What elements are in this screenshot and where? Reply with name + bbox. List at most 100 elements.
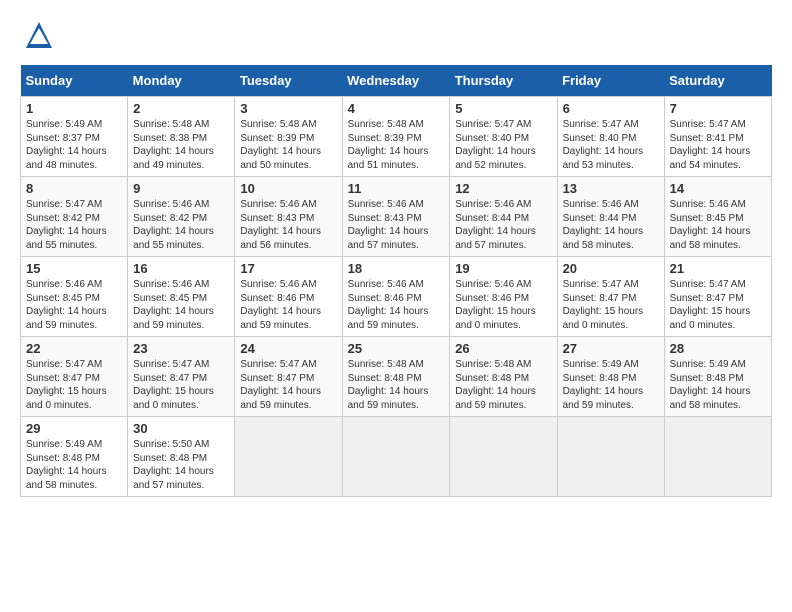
calendar-cell: 25 Sunrise: 5:48 AMSunset: 8:48 PMDaylig… bbox=[342, 337, 450, 417]
header-saturday: Saturday bbox=[664, 65, 771, 97]
day-info: Sunrise: 5:47 AMSunset: 8:41 PMDaylight:… bbox=[670, 119, 751, 171]
day-number: 4 bbox=[348, 101, 445, 116]
day-info: Sunrise: 5:46 AMSunset: 8:43 PMDaylight:… bbox=[240, 199, 321, 251]
day-number: 13 bbox=[563, 181, 659, 196]
calendar-cell: 1 Sunrise: 5:49 AMSunset: 8:37 PMDayligh… bbox=[21, 97, 128, 177]
day-number: 1 bbox=[26, 101, 122, 116]
calendar-week-1: 1 Sunrise: 5:49 AMSunset: 8:37 PMDayligh… bbox=[21, 97, 772, 177]
calendar-table: SundayMondayTuesdayWednesdayThursdayFrid… bbox=[20, 65, 772, 497]
calendar-week-3: 15 Sunrise: 5:46 AMSunset: 8:45 PMDaylig… bbox=[21, 257, 772, 337]
logo-text bbox=[20, 20, 54, 55]
day-number: 18 bbox=[348, 261, 445, 276]
day-number: 11 bbox=[348, 181, 445, 196]
day-number: 19 bbox=[455, 261, 551, 276]
calendar-cell: 15 Sunrise: 5:46 AMSunset: 8:45 PMDaylig… bbox=[21, 257, 128, 337]
calendar-cell: 28 Sunrise: 5:49 AMSunset: 8:48 PMDaylig… bbox=[664, 337, 771, 417]
day-info: Sunrise: 5:47 AMSunset: 8:42 PMDaylight:… bbox=[26, 199, 107, 251]
logo bbox=[20, 20, 54, 55]
day-info: Sunrise: 5:48 AMSunset: 8:48 PMDaylight:… bbox=[455, 359, 536, 411]
day-number: 30 bbox=[133, 421, 229, 436]
calendar-cell: 2 Sunrise: 5:48 AMSunset: 8:38 PMDayligh… bbox=[128, 97, 235, 177]
calendar-cell: 16 Sunrise: 5:46 AMSunset: 8:45 PMDaylig… bbox=[128, 257, 235, 337]
calendar-cell: 20 Sunrise: 5:47 AMSunset: 8:47 PMDaylig… bbox=[557, 257, 664, 337]
calendar-week-2: 8 Sunrise: 5:47 AMSunset: 8:42 PMDayligh… bbox=[21, 177, 772, 257]
calendar-week-4: 22 Sunrise: 5:47 AMSunset: 8:47 PMDaylig… bbox=[21, 337, 772, 417]
day-info: Sunrise: 5:46 AMSunset: 8:43 PMDaylight:… bbox=[348, 199, 429, 251]
header-tuesday: Tuesday bbox=[235, 65, 342, 97]
day-info: Sunrise: 5:46 AMSunset: 8:46 PMDaylight:… bbox=[455, 279, 536, 331]
day-info: Sunrise: 5:48 AMSunset: 8:48 PMDaylight:… bbox=[348, 359, 429, 411]
day-info: Sunrise: 5:46 AMSunset: 8:46 PMDaylight:… bbox=[348, 279, 429, 331]
day-info: Sunrise: 5:49 AMSunset: 8:48 PMDaylight:… bbox=[670, 359, 751, 411]
calendar-cell bbox=[235, 417, 342, 497]
calendar-cell: 13 Sunrise: 5:46 AMSunset: 8:44 PMDaylig… bbox=[557, 177, 664, 257]
day-info: Sunrise: 5:46 AMSunset: 8:45 PMDaylight:… bbox=[26, 279, 107, 331]
day-number: 3 bbox=[240, 101, 336, 116]
calendar-cell: 3 Sunrise: 5:48 AMSunset: 8:39 PMDayligh… bbox=[235, 97, 342, 177]
calendar-cell bbox=[664, 417, 771, 497]
day-info: Sunrise: 5:46 AMSunset: 8:45 PMDaylight:… bbox=[670, 199, 751, 251]
calendar-cell: 11 Sunrise: 5:46 AMSunset: 8:43 PMDaylig… bbox=[342, 177, 450, 257]
day-info: Sunrise: 5:47 AMSunset: 8:47 PMDaylight:… bbox=[670, 279, 751, 331]
day-number: 22 bbox=[26, 341, 122, 356]
day-number: 16 bbox=[133, 261, 229, 276]
calendar-cell: 6 Sunrise: 5:47 AMSunset: 8:40 PMDayligh… bbox=[557, 97, 664, 177]
calendar-cell: 26 Sunrise: 5:48 AMSunset: 8:48 PMDaylig… bbox=[450, 337, 557, 417]
day-number: 23 bbox=[133, 341, 229, 356]
day-info: Sunrise: 5:47 AMSunset: 8:47 PMDaylight:… bbox=[133, 359, 214, 411]
day-number: 17 bbox=[240, 261, 336, 276]
calendar-cell: 22 Sunrise: 5:47 AMSunset: 8:47 PMDaylig… bbox=[21, 337, 128, 417]
day-info: Sunrise: 5:49 AMSunset: 8:37 PMDaylight:… bbox=[26, 119, 107, 171]
day-number: 29 bbox=[26, 421, 122, 436]
calendar-cell: 29 Sunrise: 5:49 AMSunset: 8:48 PMDaylig… bbox=[21, 417, 128, 497]
calendar-cell: 4 Sunrise: 5:48 AMSunset: 8:39 PMDayligh… bbox=[342, 97, 450, 177]
day-info: Sunrise: 5:46 AMSunset: 8:42 PMDaylight:… bbox=[133, 199, 214, 251]
day-number: 20 bbox=[563, 261, 659, 276]
day-info: Sunrise: 5:46 AMSunset: 8:44 PMDaylight:… bbox=[563, 199, 644, 251]
day-number: 9 bbox=[133, 181, 229, 196]
calendar-cell: 21 Sunrise: 5:47 AMSunset: 8:47 PMDaylig… bbox=[664, 257, 771, 337]
day-info: Sunrise: 5:47 AMSunset: 8:47 PMDaylight:… bbox=[26, 359, 107, 411]
header-monday: Monday bbox=[128, 65, 235, 97]
day-number: 10 bbox=[240, 181, 336, 196]
calendar-week-5: 29 Sunrise: 5:49 AMSunset: 8:48 PMDaylig… bbox=[21, 417, 772, 497]
day-info: Sunrise: 5:48 AMSunset: 8:39 PMDaylight:… bbox=[240, 119, 321, 171]
calendar-header-row: SundayMondayTuesdayWednesdayThursdayFrid… bbox=[21, 65, 772, 97]
day-number: 8 bbox=[26, 181, 122, 196]
page-header bbox=[20, 20, 772, 55]
calendar-cell: 14 Sunrise: 5:46 AMSunset: 8:45 PMDaylig… bbox=[664, 177, 771, 257]
calendar-cell: 5 Sunrise: 5:47 AMSunset: 8:40 PMDayligh… bbox=[450, 97, 557, 177]
calendar-cell: 12 Sunrise: 5:46 AMSunset: 8:44 PMDaylig… bbox=[450, 177, 557, 257]
calendar-cell: 8 Sunrise: 5:47 AMSunset: 8:42 PMDayligh… bbox=[21, 177, 128, 257]
day-info: Sunrise: 5:47 AMSunset: 8:47 PMDaylight:… bbox=[563, 279, 644, 331]
day-info: Sunrise: 5:49 AMSunset: 8:48 PMDaylight:… bbox=[563, 359, 644, 411]
day-number: 28 bbox=[670, 341, 766, 356]
day-number: 24 bbox=[240, 341, 336, 356]
calendar-cell: 30 Sunrise: 5:50 AMSunset: 8:48 PMDaylig… bbox=[128, 417, 235, 497]
day-info: Sunrise: 5:49 AMSunset: 8:48 PMDaylight:… bbox=[26, 439, 107, 491]
header-friday: Friday bbox=[557, 65, 664, 97]
day-number: 14 bbox=[670, 181, 766, 196]
calendar-cell: 9 Sunrise: 5:46 AMSunset: 8:42 PMDayligh… bbox=[128, 177, 235, 257]
calendar-cell: 17 Sunrise: 5:46 AMSunset: 8:46 PMDaylig… bbox=[235, 257, 342, 337]
day-number: 21 bbox=[670, 261, 766, 276]
header-thursday: Thursday bbox=[450, 65, 557, 97]
day-info: Sunrise: 5:48 AMSunset: 8:38 PMDaylight:… bbox=[133, 119, 214, 171]
day-number: 15 bbox=[26, 261, 122, 276]
day-info: Sunrise: 5:46 AMSunset: 8:45 PMDaylight:… bbox=[133, 279, 214, 331]
logo-icon bbox=[24, 20, 54, 50]
day-number: 27 bbox=[563, 341, 659, 356]
calendar-cell: 23 Sunrise: 5:47 AMSunset: 8:47 PMDaylig… bbox=[128, 337, 235, 417]
calendar-cell: 27 Sunrise: 5:49 AMSunset: 8:48 PMDaylig… bbox=[557, 337, 664, 417]
day-info: Sunrise: 5:46 AMSunset: 8:44 PMDaylight:… bbox=[455, 199, 536, 251]
calendar-cell bbox=[342, 417, 450, 497]
day-number: 2 bbox=[133, 101, 229, 116]
header-sunday: Sunday bbox=[21, 65, 128, 97]
day-number: 25 bbox=[348, 341, 445, 356]
day-info: Sunrise: 5:48 AMSunset: 8:39 PMDaylight:… bbox=[348, 119, 429, 171]
calendar-cell: 24 Sunrise: 5:47 AMSunset: 8:47 PMDaylig… bbox=[235, 337, 342, 417]
day-info: Sunrise: 5:46 AMSunset: 8:46 PMDaylight:… bbox=[240, 279, 321, 331]
calendar-cell: 19 Sunrise: 5:46 AMSunset: 8:46 PMDaylig… bbox=[450, 257, 557, 337]
day-info: Sunrise: 5:47 AMSunset: 8:40 PMDaylight:… bbox=[563, 119, 644, 171]
day-number: 7 bbox=[670, 101, 766, 116]
